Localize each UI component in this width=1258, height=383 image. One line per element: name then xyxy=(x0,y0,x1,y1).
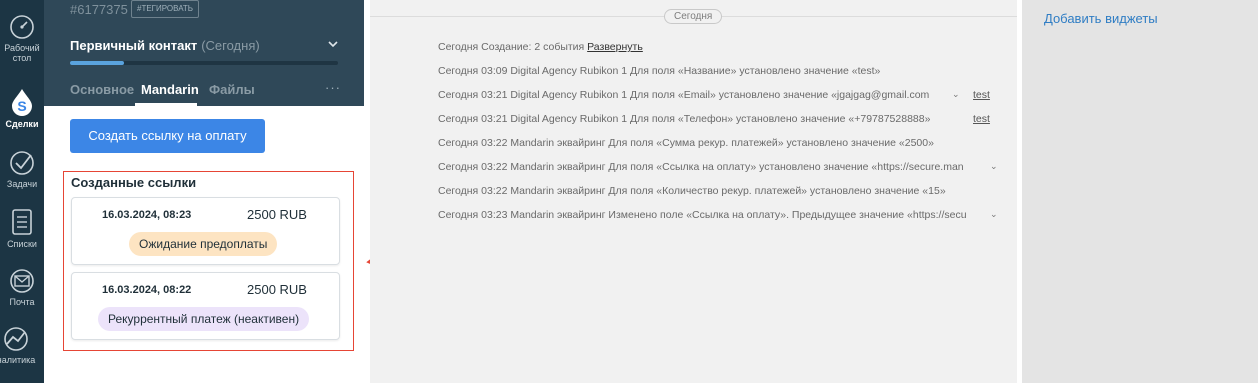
dashboard-icon xyxy=(10,15,34,39)
check-circle-icon xyxy=(10,151,34,175)
tag-button[interactable]: #ТЕГИРОВАТЬ xyxy=(131,0,200,18)
status-progress-fill xyxy=(70,61,124,65)
chevron-down-icon[interactable]: ⌄ xyxy=(990,161,998,172)
status-progress-bar xyxy=(70,61,338,65)
feed-event-text: Сегодня 03:23 Mandarin эквайринг Изменен… xyxy=(438,209,967,221)
dollar-drop-icon: S xyxy=(12,89,32,116)
feed-event-text: Сегодня 03:22 Mandarin эквайринг Для пол… xyxy=(438,185,946,197)
nav-label-deals: Сделки xyxy=(5,119,39,129)
nav-label-dashboard: Рабочий стол xyxy=(4,43,40,63)
svg-text:S: S xyxy=(17,98,26,114)
status-badge: Рекуррентный платеж (неактивен) xyxy=(98,307,310,331)
feed-event-text: Сегодня 03:21 Digital Agency Rubikon 1 Д… xyxy=(438,89,930,101)
lead-id: #6177375 xyxy=(70,2,128,17)
lead-card: #6177375 #ТЕГИРОВАТЬ Первичный контакт (С… xyxy=(44,0,364,383)
link-amount: 2500 RUB xyxy=(247,282,307,297)
feed-event: Сегодня 03:21 Digital Agency Rubikon 1 Д… xyxy=(438,89,963,101)
test-link[interactable]: test xyxy=(973,113,990,125)
activity-feed: Сегодня Сегодня Создание: 2 события Разв… xyxy=(370,0,1017,383)
feed-event: Сегодня 03:22 Mandarin эквайринг Для пол… xyxy=(438,137,934,149)
mail-icon xyxy=(10,269,34,293)
link-date: 16.03.2024, 08:23 xyxy=(102,209,192,221)
payment-link-item[interactable]: 16.03.2024, 08:22 2500 RUB Рекуррентный … xyxy=(71,272,340,340)
feed-event-text: Сегодня 03:21 Digital Agency Rubikon 1 Д… xyxy=(438,113,931,125)
more-options-icon[interactable]: ··· xyxy=(325,80,341,95)
feed-event-text: Сегодня 03:22 Mandarin эквайринг Для пол… xyxy=(438,137,934,149)
list-icon xyxy=(12,209,32,235)
create-payment-link-button[interactable]: Создать ссылку на оплату xyxy=(70,119,265,153)
feed-event-text: Сегодня Создание: 2 события xyxy=(438,41,588,53)
analytics-icon xyxy=(4,327,28,351)
lead-card-header: #6177375 #ТЕГИРОВАТЬ Первичный контакт (С… xyxy=(44,0,364,106)
left-nav: Рабочий стол S Сделки Задачи Списки Почт… xyxy=(0,0,44,383)
feed-event: Сегодня 03:09 Digital Agency Rubikon 1 Д… xyxy=(438,65,880,77)
pipeline-status[interactable]: Первичный контакт (Сегодня) xyxy=(70,38,260,53)
created-links-title: Созданные ссылки xyxy=(71,175,197,190)
chevron-down-icon[interactable]: ⌄ xyxy=(990,209,998,220)
tab-main[interactable]: Основное xyxy=(70,82,134,97)
status-badge: Ожидание предоплаты xyxy=(129,232,278,256)
tab-mandarin[interactable]: Mandarin xyxy=(141,82,199,97)
feed-event-text: Сегодня 03:09 Digital Agency Rubikon 1 Д… xyxy=(438,65,881,77)
chevron-down-icon[interactable]: ⌄ xyxy=(952,89,960,100)
nav-label-lists: Списки xyxy=(7,239,37,249)
nav-item-deals[interactable]: S Сделки xyxy=(0,88,44,129)
nav-item-lists[interactable]: Списки xyxy=(0,208,44,249)
nav-item-analytics[interactable]: налитика xyxy=(0,326,38,365)
nav-label-mail: Почта xyxy=(9,297,35,307)
chevron-down-icon[interactable] xyxy=(327,38,339,50)
active-tab-underline xyxy=(135,103,197,106)
nav-label-analytics: налитика xyxy=(0,355,36,365)
nav-label-tasks: Задачи xyxy=(6,179,38,189)
link-date: 16.03.2024, 08:22 xyxy=(102,284,192,296)
nav-item-tasks[interactable]: Задачи xyxy=(0,150,44,189)
widgets-panel: Добавить виджеты xyxy=(1022,0,1258,383)
tab-files[interactable]: Файлы xyxy=(209,82,255,97)
feed-event-text: Сегодня 03:22 Mandarin эквайринг Для пол… xyxy=(438,161,964,173)
nav-item-mail[interactable]: Почта xyxy=(0,268,44,307)
created-links-section: Созданные ссылки 16.03.2024, 08:23 2500 … xyxy=(63,171,354,351)
add-widgets-link[interactable]: Добавить виджеты xyxy=(1044,11,1158,26)
feed-event: Сегодня Создание: 2 события Развернуть xyxy=(438,41,643,53)
feed-event: Сегодня 03:22 Mandarin эквайринг Для пол… xyxy=(438,185,946,197)
feed-event: Сегодня 03:23 Mandarin эквайринг Изменен… xyxy=(438,209,985,221)
nav-item-dashboard[interactable]: Рабочий стол xyxy=(0,14,44,63)
test-link[interactable]: test xyxy=(973,89,990,101)
payment-link-item[interactable]: 16.03.2024, 08:23 2500 RUB Ожидание пред… xyxy=(71,197,340,265)
status-name: Первичный контакт xyxy=(70,38,198,53)
expand-link[interactable]: Развернуть xyxy=(587,41,643,53)
feed-event: Сегодня 03:22 Mandarin эквайринг Для пол… xyxy=(438,161,985,173)
status-date: (Сегодня) xyxy=(201,38,260,53)
link-amount: 2500 RUB xyxy=(247,207,307,222)
feed-event: Сегодня 03:21 Digital Agency Rubikon 1 Д… xyxy=(438,113,930,125)
today-chip: Сегодня xyxy=(664,9,723,24)
